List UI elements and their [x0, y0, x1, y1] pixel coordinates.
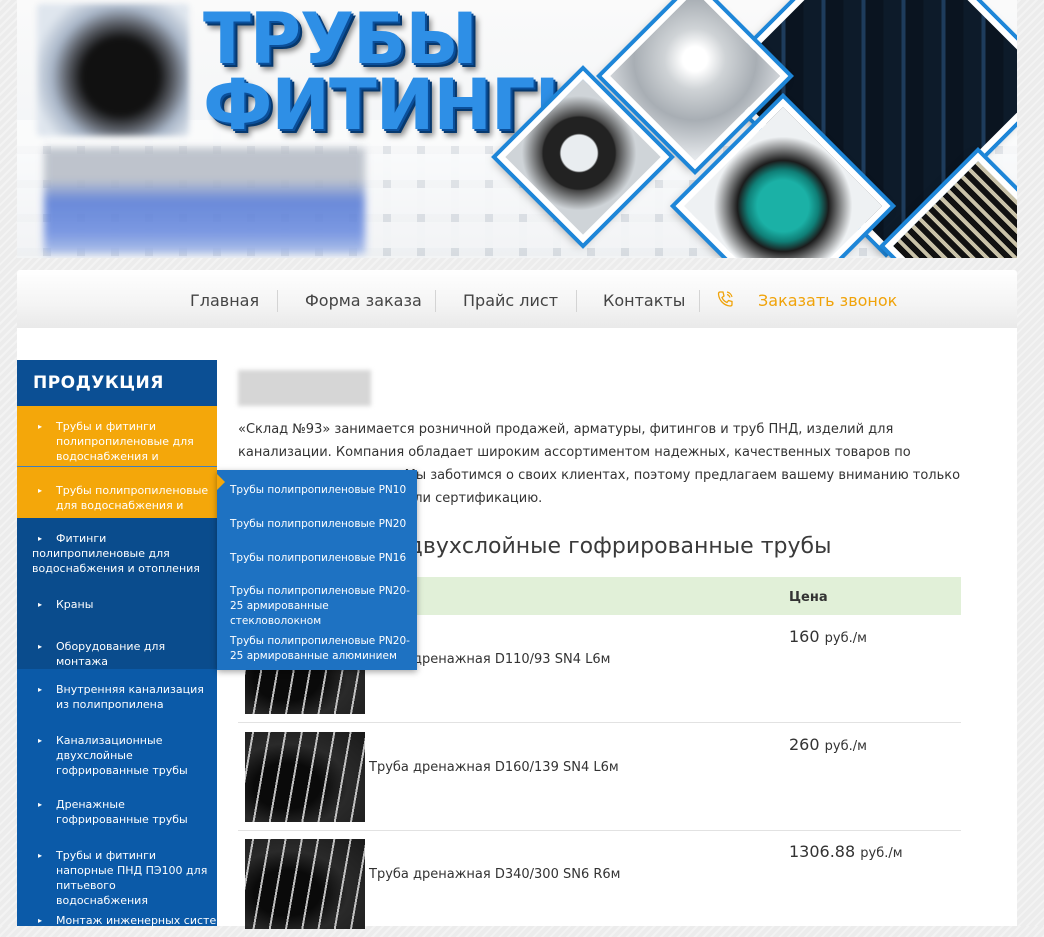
- sidebar-item-pp-pipes-fittings[interactable]: ▸ Трубы и фитинги полипропиленовые для в…: [17, 406, 217, 478]
- bullet-icon: ▸: [38, 736, 43, 745]
- sidebar-item-drainage-corrugated[interactable]: ▸ Дренажные гофрированные трубы: [17, 797, 217, 837]
- submenu-item-pn20[interactable]: Трубы полипропиленовые PN20: [230, 517, 413, 532]
- bullet-icon: ▸: [38, 422, 43, 431]
- product-sidebar: ПРОДУКЦИЯ ▸ Трубы и фитинги полипропилен…: [17, 360, 217, 926]
- product-price: 260 руб./м: [789, 735, 867, 754]
- price-value: 260: [789, 735, 820, 754]
- sidebar-item-label: Фитинги полипропиленовые для водоснабжен…: [32, 532, 200, 575]
- product-price: 1306.88 руб./м: [789, 842, 903, 861]
- sidebar-item-label: Внутренняя канализация из полипропилена: [56, 683, 204, 711]
- sidebar-item-label: Канализационные двухслойные гофрированны…: [56, 734, 188, 777]
- price-unit: руб./м: [860, 846, 903, 861]
- sidebar-item-valves[interactable]: ▸ Краны: [17, 588, 217, 625]
- product-name[interactable]: Труба дренажная D160/139 SN4 L6м: [369, 760, 619, 775]
- sidebar-item-label: Трубы и фитинги напорные ПНД ПЭ100 для п…: [56, 849, 208, 907]
- price-value: 160: [789, 627, 820, 646]
- nav-divider: [435, 290, 436, 312]
- nav-order-form[interactable]: Форма заказа: [305, 270, 422, 328]
- submenu-item-pn16[interactable]: Трубы полипропиленовые PN16: [230, 551, 413, 566]
- sidebar-item-label: Монтаж инженерных систем: [56, 914, 217, 926]
- request-callback-link[interactable]: Заказать звонок: [758, 270, 897, 328]
- nav-divider: [576, 290, 577, 312]
- sidebar-item-engineering-installation[interactable]: ▸ Монтаж инженерных систем: [17, 913, 217, 926]
- price-unit: руб./м: [824, 631, 867, 646]
- table-row: Труба дренажная D340/300 SN6 R6м 1306.88…: [238, 830, 961, 937]
- bullet-icon: ▸: [38, 916, 43, 925]
- product-thumbnail[interactable]: [245, 839, 365, 929]
- product-name[interactable]: Труба дренажная D340/300 SN6 R6м: [369, 867, 620, 882]
- bullet-icon: ▸: [38, 851, 43, 860]
- sidebar-item-pp-pipes[interactable]: ▸ Трубы полипропиленовые для водоснабжен…: [17, 467, 217, 527]
- nav-contacts[interactable]: Контакты: [603, 270, 685, 328]
- bullet-icon: ▸: [38, 486, 43, 495]
- company-logo[interactable]: [37, 4, 189, 136]
- nav-price-list[interactable]: Прайс лист: [463, 270, 558, 328]
- sidebar-item-sewer-corrugated[interactable]: ▸ Канализационные двухслойные гофрирован…: [17, 733, 217, 783]
- sidebar-item-label: Краны: [56, 598, 94, 611]
- nav-divider: [699, 290, 700, 312]
- price-value: 1306.88: [789, 842, 856, 861]
- table-row: Труба дренажная D160/139 SN4 L6м 260 руб…: [238, 723, 961, 831]
- nav-home[interactable]: Главная: [190, 270, 259, 328]
- page: ТРУБЫ ФИТИНГИ Главная Форма заказа Прайс…: [17, 0, 1017, 929]
- nav-divider: [277, 290, 278, 312]
- sidebar-item-label: Дренажные гофрированные трубы: [56, 798, 188, 826]
- product-thumbnail[interactable]: [245, 732, 365, 822]
- page-title-blurred: [238, 370, 371, 406]
- price-column-header: Цена: [789, 590, 828, 605]
- content-area: ПРОДУКЦИЯ ▸ Трубы и фитинги полипропилен…: [17, 328, 1017, 929]
- sidebar-item-installation-equipment[interactable]: ▸ Оборудование для монтажа: [17, 625, 217, 669]
- sidebar-item-pp-fittings[interactable]: ▸ Фитинги полипропиленовые для водоснабж…: [17, 518, 217, 588]
- phone-icon[interactable]: [715, 289, 735, 309]
- sidebar-item-internal-sewerage[interactable]: ▸ Внутренняя канализация из полипропилен…: [17, 679, 217, 723]
- bullet-icon: ▸: [38, 800, 43, 809]
- submenu-item-pn10[interactable]: Трубы полипропиленовые PN10: [230, 483, 413, 498]
- submenu-item-pn20-25-fiberglass[interactable]: Трубы полипропиленовые PN20-25 армирован…: [230, 584, 413, 629]
- submenu-pointer: [217, 474, 225, 490]
- bullet-icon: ▸: [38, 642, 43, 651]
- sidebar-item-label: Оборудование для монтажа: [56, 640, 166, 668]
- bullet-icon: ▸: [38, 685, 43, 694]
- pp-pipes-submenu: Трубы полипропиленовые PN10 Трубы полипр…: [217, 470, 417, 670]
- header-contact-blurred: [44, 148, 365, 254]
- submenu-item-pn20-25-aluminium[interactable]: Трубы полипропиленовые PN20-25 армирован…: [230, 634, 413, 664]
- sidebar-item-hdpe-pressure[interactable]: ▸ Трубы и фитинги напорные ПНД ПЭ100 для…: [17, 848, 217, 907]
- bullet-icon: ▸: [38, 600, 43, 609]
- sidebar-heading: ПРОДУКЦИЯ: [17, 360, 217, 406]
- price-unit: руб./м: [824, 739, 867, 754]
- product-price: 160 руб./м: [789, 627, 867, 646]
- header-banner: ТРУБЫ ФИТИНГИ: [17, 0, 1017, 258]
- main-navigation: Главная Форма заказа Прайс лист Контакты…: [17, 270, 1017, 328]
